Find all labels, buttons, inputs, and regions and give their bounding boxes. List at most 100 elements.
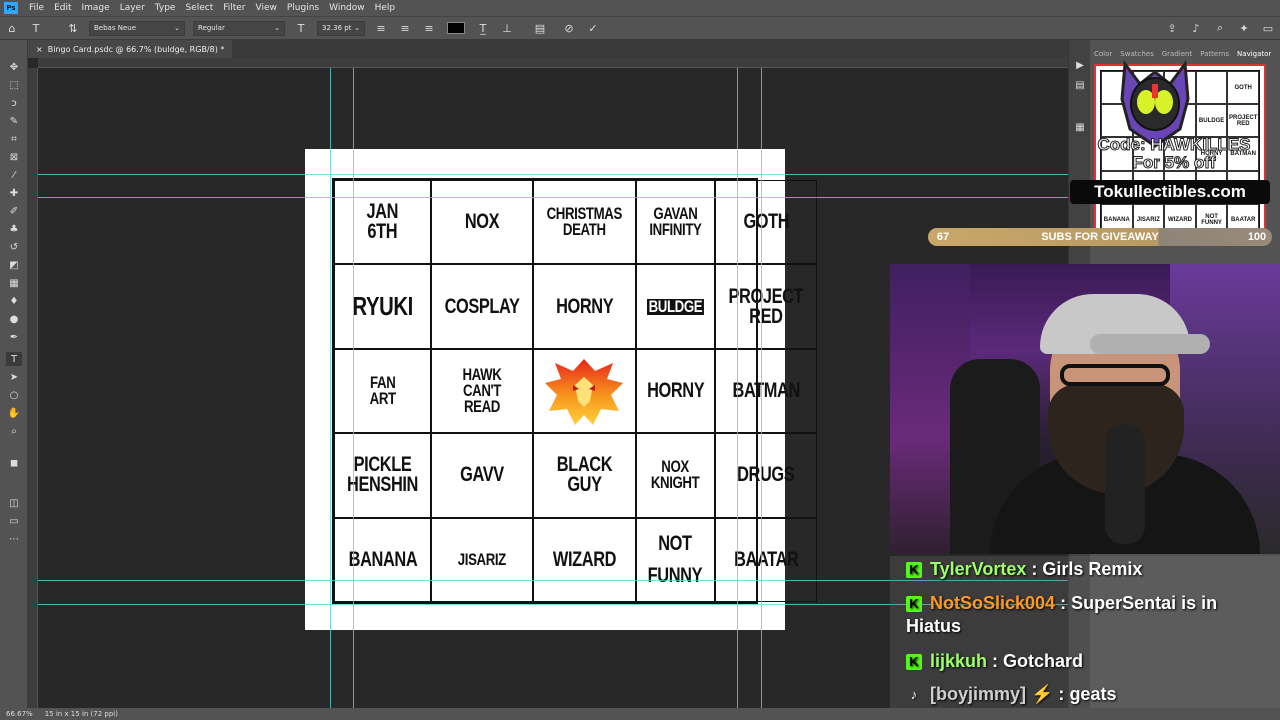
menu-select[interactable]: Select xyxy=(180,3,218,13)
guide-line[interactable] xyxy=(353,68,354,708)
bingo-cell[interactable]: PROJECT RED xyxy=(715,264,817,349)
tab-patterns[interactable]: Patterns xyxy=(1196,50,1233,62)
document-tab[interactable]: × Bingo Card.psdc @ 66.7% (buldge, RGB/8… xyxy=(28,40,233,58)
bingo-cell[interactable]: NOT FUNNY xyxy=(635,517,716,602)
bingo-cell[interactable]: GAVAN INFINITY xyxy=(635,180,716,265)
bingo-cell[interactable]: BAATAR xyxy=(715,517,817,602)
type-tool-icon[interactable]: T xyxy=(27,19,45,37)
adjustments-icon[interactable]: ▦ xyxy=(1072,120,1088,134)
bingo-cell[interactable]: GAVV xyxy=(431,433,534,518)
menu-window[interactable]: Window xyxy=(324,3,370,13)
menu-help[interactable]: Help xyxy=(370,3,401,13)
bingo-cell[interactable]: DRUGS xyxy=(715,433,817,518)
bingo-cell[interactable]: HORNY xyxy=(635,348,716,434)
history-brush-icon[interactable]: ↺ xyxy=(6,240,22,254)
eyedropper-tool-icon[interactable]: ⁄ xyxy=(6,168,22,182)
home-icon[interactable]: ⌂ xyxy=(3,19,21,37)
share-icon[interactable]: ⇪ xyxy=(1163,19,1181,37)
zoom-tool-icon[interactable]: ⌕ xyxy=(6,424,22,438)
menu-view[interactable]: View xyxy=(251,3,282,13)
path-select-icon[interactable]: ➤ xyxy=(6,370,22,384)
menu-filter[interactable]: Filter xyxy=(218,3,250,13)
bingo-cell[interactable]: FAN ART xyxy=(334,348,432,434)
screen-mode-icon[interactable]: ▭ xyxy=(6,514,22,528)
bingo-cell[interactable]: NOX xyxy=(431,180,534,265)
quick-select-tool-icon[interactable]: ✎ xyxy=(6,114,22,128)
clone-stamp-icon[interactable]: ♣ xyxy=(6,222,22,236)
commit-check-icon[interactable]: ✓ xyxy=(584,19,602,37)
bingo-cell[interactable]: HORNY xyxy=(533,264,636,349)
bingo-cell[interactable]: BATMAN xyxy=(715,348,817,434)
bingo-cell[interactable]: WIZARD xyxy=(533,517,636,602)
bingo-cell[interactable]: HAWK CAN'T READ xyxy=(431,348,534,434)
bingo-free-space[interactable] xyxy=(533,348,636,434)
brush-tool-icon[interactable]: ✐ xyxy=(6,204,22,218)
menu-image[interactable]: Image xyxy=(77,3,115,13)
move-tool-icon[interactable]: ✥ xyxy=(6,60,22,74)
bingo-cell[interactable]: JISARIZ xyxy=(431,517,534,602)
close-icon[interactable]: × xyxy=(36,45,43,54)
3d-icon[interactable]: ▤ xyxy=(531,19,549,37)
bingo-cell[interactable]: BANANA xyxy=(334,517,432,602)
shape-tool-icon[interactable]: ○ xyxy=(6,388,22,402)
lasso-tool-icon[interactable]: ↄ xyxy=(6,96,22,110)
guide-line[interactable] xyxy=(737,68,738,708)
bingo-cell[interactable]: JAN 6TH xyxy=(334,180,432,265)
crop-tool-icon[interactable]: ⌗ xyxy=(6,132,22,146)
gradient-tool-icon[interactable]: ▦ xyxy=(6,276,22,290)
blur-tool-icon[interactable]: ♦ xyxy=(6,294,22,308)
photoshop-logo-icon[interactable]: Ps xyxy=(4,2,18,14)
font-family-select[interactable]: Bebas Neue ⌄ xyxy=(89,20,185,36)
horizontal-ruler[interactable] xyxy=(38,58,1068,68)
search-icon[interactable]: ⌕ xyxy=(1211,19,1229,37)
font-size-select[interactable]: 32.36 pt ⌄ xyxy=(317,20,365,36)
document-info[interactable]: 15 in x 15 in (72 ppi) xyxy=(39,710,124,718)
font-style-select[interactable]: Regular ⌄ xyxy=(193,20,285,36)
warp-text-icon[interactable]: T̲ xyxy=(474,19,492,37)
color-swatches-icon[interactable]: ◼ xyxy=(6,456,22,470)
bingo-cell[interactable]: BLACK GUY xyxy=(533,433,636,518)
guide-line[interactable] xyxy=(38,174,1068,175)
bingo-cell[interactable]: PICKLE HENSHIN xyxy=(334,433,432,518)
edit-toolbar-icon[interactable]: ⋯ xyxy=(6,532,22,546)
guide-line[interactable] xyxy=(761,68,762,708)
menu-plugins[interactable]: Plugins xyxy=(282,3,324,13)
tab-navigator[interactable]: Navigator xyxy=(1233,50,1275,62)
text-color-swatch[interactable] xyxy=(447,22,465,34)
notification-bell-icon[interactable]: ♪ xyxy=(1187,19,1205,37)
marquee-tool-icon[interactable]: ⬚ xyxy=(6,78,22,92)
play-icon[interactable]: ▶ xyxy=(1072,58,1088,72)
bingo-cell[interactable]: NOX KNIGHT xyxy=(635,433,716,518)
workspace-icon[interactable]: ▭ xyxy=(1259,19,1277,37)
bingo-cell[interactable]: CHRISTMAS DEATH xyxy=(533,180,636,265)
pen-tool-icon[interactable]: ✒ xyxy=(6,330,22,344)
cancel-icon[interactable]: ⊘ xyxy=(560,19,578,37)
brush-settings-icon[interactable]: ▤ xyxy=(1072,78,1088,92)
dodge-tool-icon[interactable]: ● xyxy=(6,312,22,326)
healing-brush-icon[interactable]: ✚ xyxy=(6,186,22,200)
quick-mask-icon[interactable]: ◫ xyxy=(6,496,22,510)
align-center-icon[interactable]: ≡ xyxy=(396,19,414,37)
hand-tool-icon[interactable]: ✋ xyxy=(6,406,22,420)
menu-layer[interactable]: Layer xyxy=(115,3,150,13)
align-right-icon[interactable]: ≡ xyxy=(420,19,438,37)
frame-tool-icon[interactable]: ⊠ xyxy=(6,150,22,164)
bingo-cell[interactable]: RYUKI xyxy=(334,264,432,349)
align-left-icon[interactable]: ≡ xyxy=(372,19,390,37)
menu-file[interactable]: File xyxy=(24,3,49,13)
bingo-grid[interactable]: JAN 6TH NOX CHRISTMAS DEATH GAVAN INFINI… xyxy=(332,178,817,604)
text-orientation-icon[interactable]: ⇅ xyxy=(64,19,82,37)
guide-line[interactable] xyxy=(330,68,331,708)
zoom-level[interactable]: 66.67% xyxy=(0,710,39,718)
vertical-ruler[interactable] xyxy=(28,68,38,708)
guide-line[interactable] xyxy=(38,197,1068,198)
character-panel-icon[interactable]: ⊥ xyxy=(498,19,516,37)
bingo-cell[interactable]: GOTH xyxy=(715,180,817,265)
bingo-cell[interactable]: COSPLAY xyxy=(431,264,534,349)
type-tool-icon[interactable]: T xyxy=(6,352,22,366)
bingo-cell-selected[interactable]: BULDGE xyxy=(635,264,716,349)
menu-edit[interactable]: Edit xyxy=(49,3,76,13)
discover-icon[interactable]: ✦ xyxy=(1235,19,1253,37)
eraser-tool-icon[interactable]: ◩ xyxy=(6,258,22,272)
menu-type[interactable]: Type xyxy=(150,3,181,13)
